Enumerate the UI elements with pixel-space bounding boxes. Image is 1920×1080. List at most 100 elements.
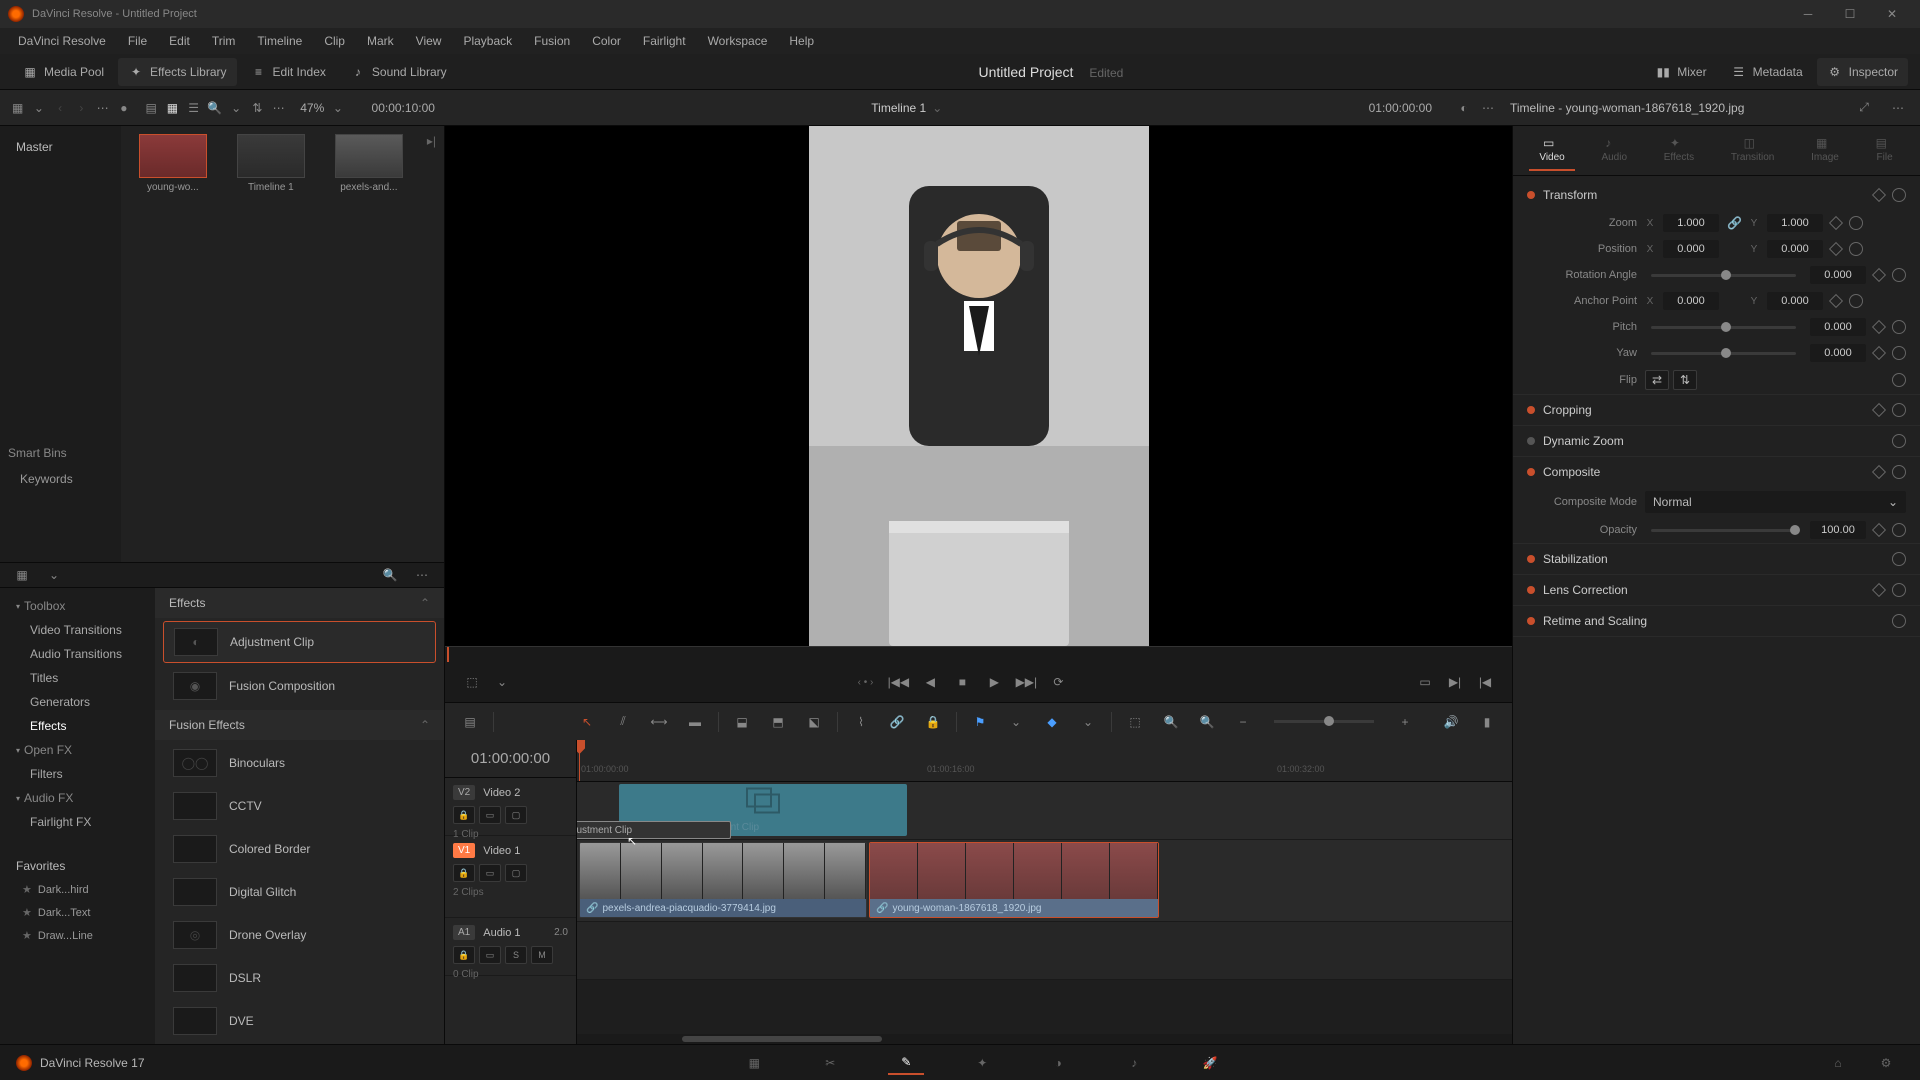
inspector-tab-transition[interactable]: ◫Transition [1721,130,1785,171]
menu-fairlight[interactable]: Fairlight [633,30,696,52]
arm-a1[interactable]: ▭ [479,946,501,964]
keyframe-opacity[interactable] [1872,523,1886,537]
lock-icon[interactable]: 🔒 [920,709,946,735]
zoom-x-input[interactable]: 1.000 [1663,214,1719,232]
menu-help[interactable]: Help [779,30,824,52]
smart-bin-keywords[interactable]: Keywords [8,466,113,492]
menu-mark[interactable]: Mark [357,30,404,52]
fusion-effects-header[interactable]: Fusion Effects ⌃ [155,710,444,740]
menu-fusion[interactable]: Fusion [524,30,580,52]
fairlight-page-icon[interactable]: ♪ [1116,1051,1152,1075]
lock-v1-icon[interactable]: 🔒 [453,864,475,882]
zoom-custom-icon[interactable]: 🔍 [1194,709,1220,735]
cropping-section-header[interactable]: Cropping [1513,395,1920,425]
zoom-y-input[interactable]: 1.000 [1767,214,1823,232]
menu-color[interactable]: Color [582,30,631,52]
auto-select-v2[interactable]: ▭ [479,806,501,824]
openfx-header[interactable]: ▾Open FX [6,738,149,762]
dynamic-trim-icon[interactable]: ⟷ [646,709,672,735]
settings-icon[interactable]: ⚙ [1868,1051,1904,1075]
fav-3[interactable]: ★Draw...Line [6,924,149,947]
viewer-options-icon[interactable]: ⋯ [1476,96,1500,120]
toolbox-header[interactable]: ▾Toolbox [6,594,149,618]
opacity-input[interactable]: 100.00 [1810,521,1866,539]
rotation-input[interactable]: 0.000 [1810,266,1866,284]
lock-v2-icon[interactable]: 🔒 [453,806,475,824]
zoom-full-icon[interactable]: ⬚ [1122,709,1148,735]
media-clip-2[interactable]: Timeline 1 [227,134,315,193]
playhead[interactable] [577,740,585,754]
fx-binoculars[interactable]: ◯◯Binoculars [163,743,436,783]
opacity-slider[interactable] [1651,529,1796,532]
snap-icon[interactable]: ⌇ [848,709,874,735]
match-frame-icon[interactable]: ▭ [1414,671,1436,693]
fusion-page-icon[interactable]: ✦ [964,1051,1000,1075]
effects-category[interactable]: Effects [6,714,149,738]
edit-index-toggle[interactable]: ≡ Edit Index [241,58,336,86]
track-v2[interactable]: Adjustment Clip Adjustment Clip ↖ [577,782,1512,840]
inspector-toggle[interactable]: ⚙ Inspector [1817,58,1908,86]
reset-lens[interactable] [1892,583,1906,597]
disable-v2[interactable]: ▢ [505,806,527,824]
fx-dslr[interactable]: DSLR [163,958,436,998]
inspector-tab-file[interactable]: ▤File [1866,130,1904,171]
keyframe-comp[interactable] [1872,465,1886,479]
solo-a1[interactable]: S [505,946,527,964]
keyframe-icon[interactable] [1872,188,1886,202]
media-pool-toggle[interactable]: ▦ Media Pool [12,58,114,86]
fx-dropdown-icon[interactable]: ⌄ [42,563,66,587]
reset-icon[interactable] [1892,188,1906,202]
zoom-level[interactable]: 47% [300,101,324,115]
menu-edit[interactable]: Edit [159,30,200,52]
generators[interactable]: Generators [6,690,149,714]
mixer-toggle[interactable]: ▮▮ Mixer [1645,58,1716,86]
prev-edit-icon[interactable]: |◀ [1474,671,1496,693]
effects-list-header[interactable]: Effects ⌃ [155,588,444,618]
more-icon[interactable]: ⋯ [95,96,110,120]
fx-search-icon[interactable]: 🔍 [378,563,402,587]
fx-panel-icon[interactable]: ▦ [10,563,34,587]
link-xy-icon[interactable]: 🔗 [1727,216,1741,230]
rotation-slider[interactable] [1651,274,1796,277]
close-button[interactable]: ✕ [1872,2,1912,26]
bin-view-icon[interactable]: ▦ [10,96,25,120]
reset-opacity[interactable] [1892,523,1906,537]
retime-section-header[interactable]: Retime and Scaling [1513,606,1920,636]
reset-zoom[interactable] [1849,216,1863,230]
prev-frame-icon[interactable]: ◀ [919,671,941,693]
anchor-x-input[interactable]: 0.000 [1663,292,1719,310]
go-start-icon[interactable]: |◀◀ [887,671,909,693]
track-header-v2[interactable]: V2Video 2 🔒▭▢ 1 Clip [445,778,576,836]
fx-cctv[interactable]: CCTV [163,786,436,826]
fairlight-fx[interactable]: Fairlight FX [6,810,149,834]
media-clip-3[interactable]: pexels-and... [325,134,413,193]
inspector-tab-audio[interactable]: ♪Audio [1591,130,1637,171]
stop-icon[interactable]: ■ [951,671,973,693]
keyframe-lens[interactable] [1872,583,1886,597]
reset-dyn-zoom[interactable] [1892,434,1906,448]
insert-icon[interactable]: ⬓ [729,709,755,735]
menu-davinci[interactable]: DaVinci Resolve [8,30,116,52]
mute-a1[interactable]: M [531,946,553,964]
blade-tool-icon[interactable]: ▬ [682,709,708,735]
master-bin[interactable]: Master [8,134,113,160]
play-icon[interactable]: ▶ [983,671,1005,693]
nudge-controls[interactable]: ‹ • › [858,677,874,688]
collapse-icon[interactable]: ⌃ [420,596,430,610]
reset-flip[interactable] [1892,373,1906,387]
zoom-in-icon[interactable]: + [1392,709,1418,735]
audio-transitions[interactable]: Audio Transitions [6,642,149,666]
inspector-options-icon[interactable]: ⋯ [1886,96,1910,120]
menu-playback[interactable]: Playback [453,30,522,52]
search-icon[interactable]: 🔍 [207,96,222,120]
expand-icon[interactable]: ⤢ [1852,96,1876,120]
composite-section-header[interactable]: Composite [1513,457,1920,487]
trim-tool-icon[interactable]: ⫽ [610,709,636,735]
reset-stab[interactable] [1892,552,1906,566]
next-clip-icon[interactable]: ▸| [427,134,436,148]
menu-workspace[interactable]: Workspace [698,30,778,52]
anchor-y-input[interactable]: 0.000 [1767,292,1823,310]
metadata-toggle[interactable]: ☰ Metadata [1721,58,1813,86]
minimize-button[interactable]: ─ [1788,2,1828,26]
flip-v-button[interactable]: ⇅ [1673,370,1697,390]
